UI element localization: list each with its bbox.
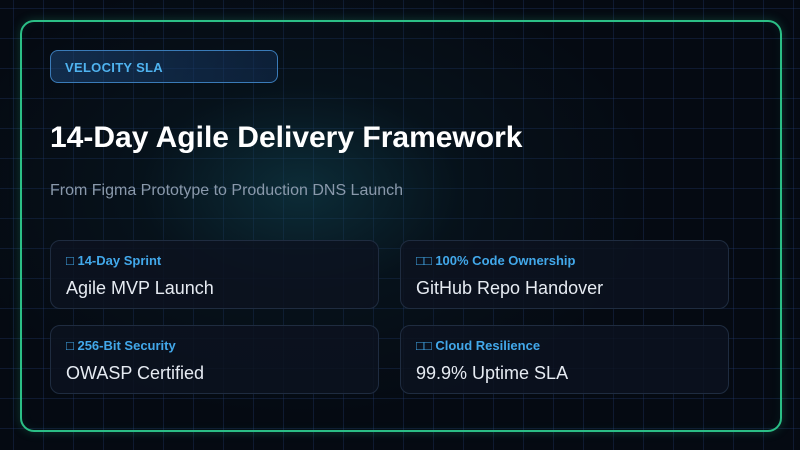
badge-label: VELOCITY SLA [65,60,163,75]
feature-card-value: OWASP Certified [66,363,205,383]
feature-card-label: □□ 100% Code Ownership [416,253,576,268]
velocity-sla-badge: VELOCITY SLA [50,50,278,83]
feature-card-value: GitHub Repo Handover [416,278,604,298]
feature-card-cloud-resilience: □□ Cloud Resilience 99.9% Uptime SLA [400,325,729,394]
page-title: 14-Day Agile Delivery Framework [50,121,523,154]
feature-card-label: □□ Cloud Resilience [416,338,541,353]
page-subtitle: From Figma Prototype to Production DNS L… [50,182,404,199]
feature-card-code-ownership: □□ 100% Code Ownership GitHub Repo Hando… [400,240,729,309]
feature-card-label: □ 256-Bit Security [66,338,176,353]
feature-card-security: □ 256-Bit Security OWASP Certified [50,325,379,394]
feature-card-sprint: □ 14-Day Sprint Agile MVP Launch [50,240,379,309]
feature-card-value: Agile MVP Launch [66,278,214,298]
slide-canvas: VELOCITY SLA 14-Day Agile Delivery Frame… [0,0,800,450]
feature-card-value: 99.9% Uptime SLA [416,363,569,383]
feature-card-label: □ 14-Day Sprint [66,253,162,268]
